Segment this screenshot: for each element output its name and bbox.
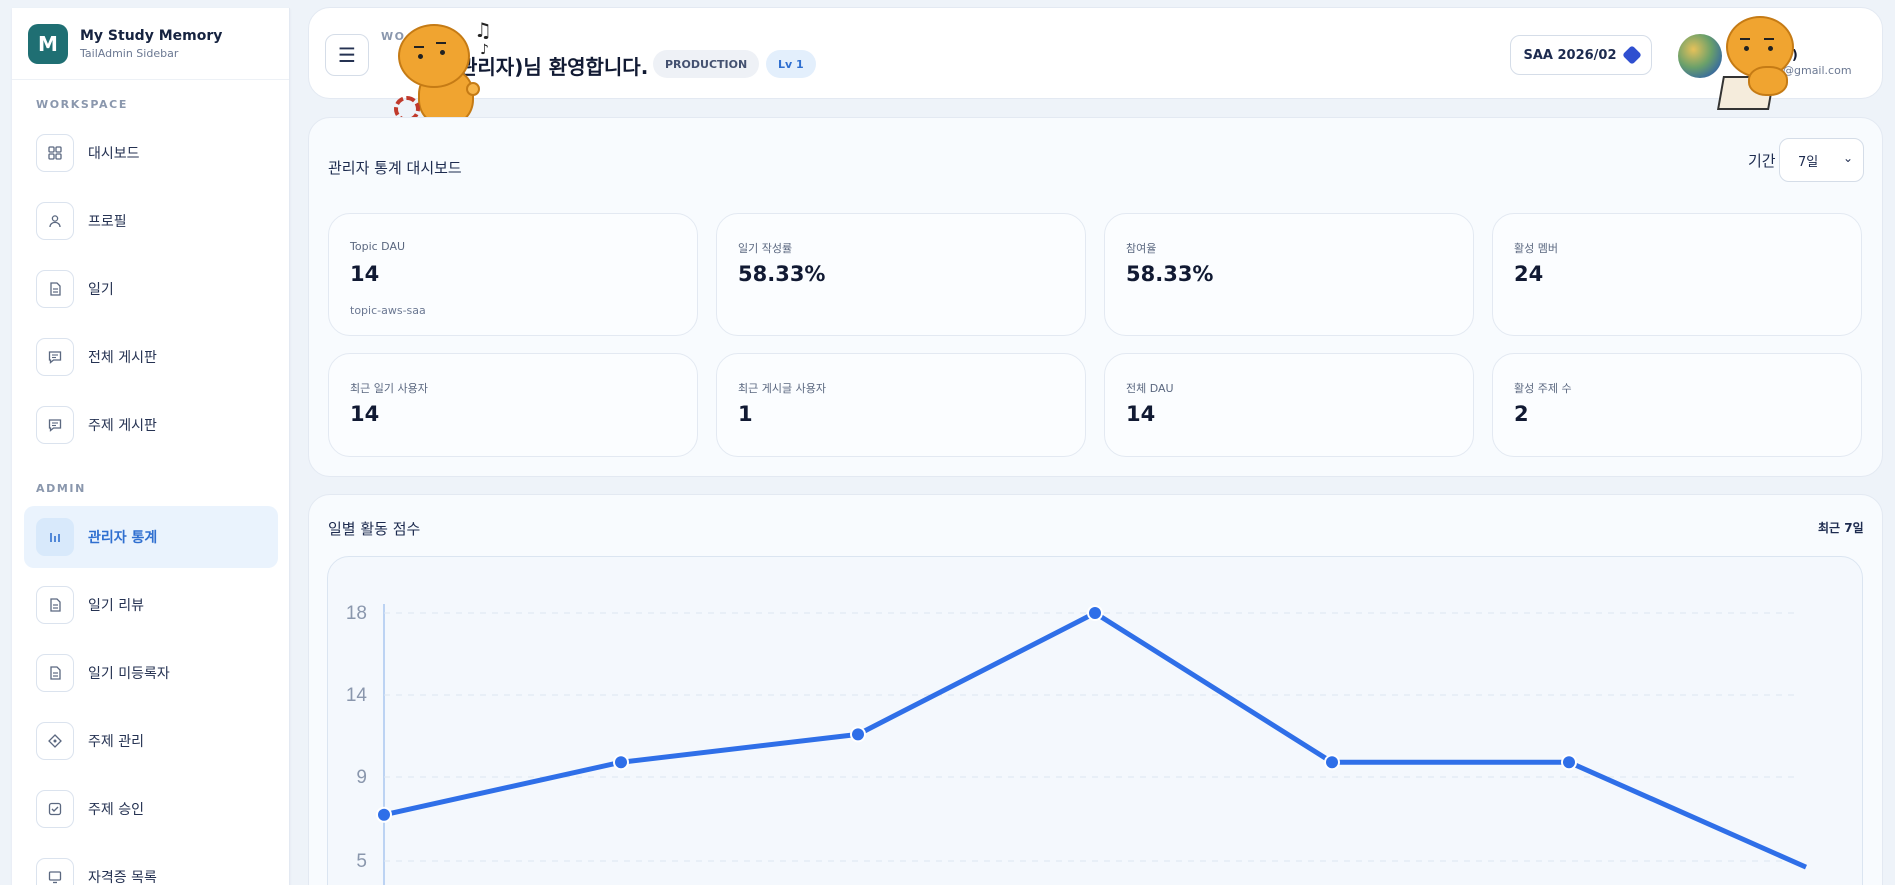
- stat-card-active-members: 활성 멤버 24: [1492, 213, 1862, 336]
- brand-subtitle: TailAdmin Sidebar: [80, 46, 179, 60]
- stat-label: 일기 작성률: [738, 242, 793, 255]
- y-tick-label: 18: [346, 603, 367, 624]
- sidebar-item-label: 일기 미등록자: [88, 666, 170, 682]
- stat-card-recent-post-users: 최근 게시글 사용자 1: [716, 353, 1086, 457]
- sidebar: M My Study Memory TailAdmin Sidebar WORK…: [12, 8, 290, 885]
- admin-section-label: ADMIN: [36, 482, 86, 495]
- sidebar-item-admin-stats[interactable]: 관리자 통계: [24, 506, 278, 568]
- stat-label: 최근 게시글 사용자: [738, 382, 826, 395]
- data-point[interactable]: [1087, 605, 1103, 621]
- document-icon: [36, 270, 74, 308]
- data-point[interactable]: [613, 754, 629, 771]
- top-header: ☰ WO... 관리자)님 환영합니다. PRODUCTION Lv 1 SAA…: [308, 7, 1883, 99]
- sidebar-item-all-board[interactable]: 전체 게시판: [24, 326, 278, 388]
- period-label: 기간: [1748, 152, 1776, 170]
- chart-range-label: 최근 7일: [1818, 521, 1864, 535]
- stat-label: 활성 주제 수: [1514, 382, 1572, 395]
- sidebar-item-label: 주제 관리: [88, 734, 144, 750]
- level-badge: Lv 1: [766, 50, 816, 78]
- y-tick-label: 9: [356, 767, 367, 788]
- chart-title: 일별 활동 점수: [328, 520, 421, 538]
- period-select-value: 7일: [1798, 154, 1819, 170]
- chat-icon: [36, 406, 74, 444]
- stat-value: 58.33%: [738, 262, 826, 286]
- brand-title: My Study Memory: [80, 27, 223, 44]
- stat-value: 58.33%: [1126, 262, 1214, 286]
- activity-line-chart: 18 14 9 5: [346, 603, 1808, 885]
- series-line: [383, 610, 1808, 870]
- stat-sub: topic-aws-saa: [350, 304, 426, 317]
- document-icon: [36, 654, 74, 692]
- data-point[interactable]: [376, 806, 392, 823]
- stat-card-participation: 참여율 58.33%: [1104, 213, 1474, 336]
- stat-value: 1: [738, 402, 753, 426]
- stat-card-total-dau: 전체 DAU 14: [1104, 353, 1474, 457]
- stats-title: 관리자 통계 대시보드: [328, 159, 462, 177]
- monitor-icon: [36, 858, 74, 885]
- stat-label: Topic DAU: [350, 240, 406, 253]
- data-point[interactable]: [1324, 754, 1340, 771]
- stat-card-diary-rate: 일기 작성률 58.33%: [716, 213, 1086, 336]
- sidebar-item-label: 일기: [88, 282, 114, 298]
- environment-badge: PRODUCTION: [653, 50, 760, 78]
- data-point[interactable]: [1561, 754, 1577, 771]
- data-point[interactable]: [850, 726, 866, 743]
- sidebar-item-topic-approval[interactable]: 주제 승인: [24, 778, 278, 840]
- stat-card-active-topics: 활성 주제 수 2: [1492, 353, 1862, 457]
- stat-value: 14: [350, 402, 380, 426]
- stat-card-topic-dau: Topic DAU 14 topic-aws-saa: [328, 213, 698, 336]
- brand-logo: M: [28, 23, 68, 64]
- stat-value: 24: [1514, 262, 1544, 286]
- character-sticker-box: [1712, 12, 1812, 120]
- y-tick-label: 14: [346, 685, 368, 706]
- sidebar-item-diary-review[interactable]: 일기 리뷰: [24, 574, 278, 636]
- document-icon: [36, 586, 74, 624]
- hamburger-icon: ☰: [338, 43, 356, 67]
- sidebar-item-profile[interactable]: 프로필: [24, 190, 278, 252]
- sidebar-item-label: 주제 승인: [88, 802, 144, 818]
- diamond-icon: [36, 722, 74, 760]
- stat-card-recent-diary-users: 최근 일기 사용자 14: [328, 353, 698, 457]
- music-note-icon: ♪: [480, 42, 489, 58]
- brand[interactable]: M My Study Memory TailAdmin Sidebar: [12, 8, 289, 80]
- y-tick-label: 5: [356, 851, 367, 872]
- menu-button[interactable]: ☰: [325, 34, 369, 76]
- gem-icon: [1621, 45, 1642, 65]
- sidebar-item-label: 프로필: [88, 214, 127, 230]
- sidebar-item-label: 일기 리뷰: [88, 598, 144, 614]
- check-square-icon: [36, 790, 74, 828]
- workspace-section-label: WORKSPACE: [36, 98, 128, 111]
- sidebar-item-cert-list[interactable]: 자격증 목록: [24, 846, 278, 885]
- sidebar-item-label: 대시보드: [88, 146, 140, 162]
- certification-selector-button[interactable]: SAA 2026/02: [1510, 35, 1652, 75]
- sidebar-item-topic-board[interactable]: 주제 게시판: [24, 394, 278, 456]
- stat-value: 14: [350, 262, 380, 286]
- sidebar-item-dashboard[interactable]: 대시보드: [24, 122, 278, 184]
- stat-label: 최근 일기 사용자: [350, 382, 428, 395]
- music-note-icon: ♫: [474, 18, 492, 42]
- sidebar-item-topic-manage[interactable]: 주제 관리: [24, 710, 278, 772]
- bar-chart-icon: [36, 518, 74, 556]
- sidebar-item-diary[interactable]: 일기: [24, 258, 278, 320]
- sidebar-item-label: 전체 게시판: [88, 350, 157, 366]
- sidebar-item-label: 관리자 통계: [88, 530, 158, 546]
- grid-icon: [36, 134, 74, 172]
- user-icon: [36, 202, 74, 240]
- stat-label: 참여율: [1126, 242, 1157, 255]
- stat-label: 전체 DAU: [1126, 382, 1174, 395]
- chevron-down-icon: ⌄: [1842, 151, 1853, 165]
- sidebar-item-label: 자격증 목록: [88, 870, 157, 885]
- stat-value: 2: [1514, 402, 1529, 426]
- chat-icon: [36, 338, 74, 376]
- sidebar-item-label: 주제 게시판: [88, 418, 157, 434]
- certification-label: SAA 2026/02: [1523, 47, 1617, 63]
- stat-label: 활성 멤버: [1514, 242, 1558, 255]
- period-select[interactable]: 7일 ⌄: [1779, 138, 1864, 182]
- sidebar-item-diary-missing[interactable]: 일기 미등록자: [24, 642, 278, 704]
- stat-value: 14: [1126, 402, 1156, 426]
